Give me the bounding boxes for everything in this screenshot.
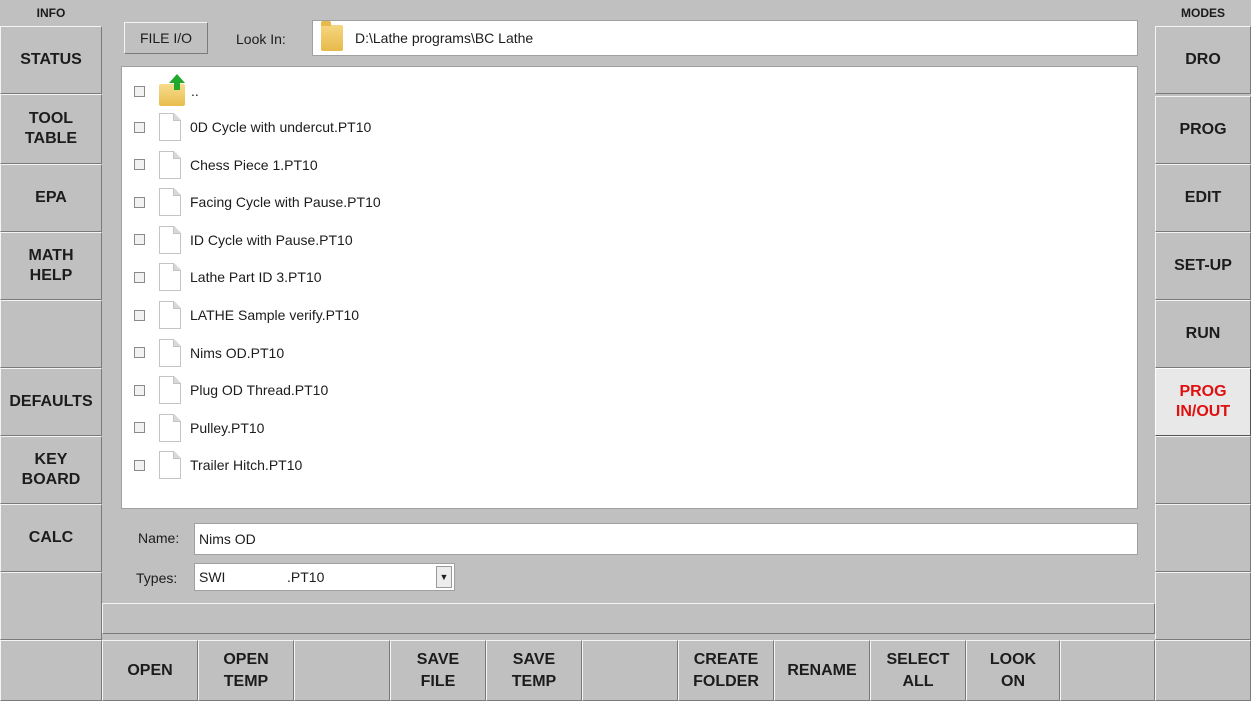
list-item[interactable]: Nims OD.PT10 [122,335,1137,371]
toolbar-button-select-all[interactable]: SELECT ALL [870,640,966,701]
document-icon [159,113,181,141]
toolbar-button-blank-12[interactable] [1155,640,1251,701]
toolbar-button-blank-11[interactable] [1060,640,1155,701]
checkbox[interactable] [134,459,145,471]
modes-panel: MODES DRO PROG EDIT SET-UP RUN PROG IN/OUT [1155,0,1251,701]
file-name: Nims OD.PT10 [190,344,285,361]
toolbar-button-blank-0[interactable] [0,640,102,701]
info-button-calc[interactable]: CALC [0,504,102,572]
look-in-path-box[interactable]: D:\Lathe programs\BC Lathe [312,20,1138,56]
folder-icon [321,21,343,51]
types-label: Types: [136,570,178,586]
list-item[interactable]: Plug OD Thread.PT10 [122,372,1137,408]
mode-button-run[interactable]: RUN [1155,300,1251,368]
file-name: Lathe Part ID 3.PT10 [190,269,322,286]
mode-button-dro[interactable]: DRO [1155,26,1251,94]
toolbar-button-blank-6[interactable] [582,640,678,701]
toolbar-button-blank-3[interactable] [294,640,390,701]
file-name: Pulley.PT10 [190,419,265,436]
document-icon [159,376,181,405]
list-item[interactable]: Pulley.PT10 [122,410,1137,446]
mode-button-blank-7[interactable] [1155,504,1251,572]
mode-button-prog-in-out[interactable]: PROG IN/OUT [1155,368,1251,436]
info-button-key-board[interactable]: KEY BOARD [0,436,102,504]
checkbox[interactable] [134,384,145,396]
types-value-extension: .PT10 [287,569,325,585]
file-list[interactable]: .. 0D Cycle with undercut.PT10 Chess Piec… [121,66,1138,509]
modes-header: MODES [1180,6,1225,20]
info-header: INFO [36,6,66,20]
file-name: ID Cycle with Pause.PT10 [190,231,353,248]
info-button-blank-8[interactable] [0,572,102,640]
checkbox[interactable] [134,234,145,246]
toolbar-button-rename[interactable]: RENAME [774,640,870,701]
info-button-math-help[interactable]: MATH HELP [0,232,102,300]
mode-button-edit[interactable]: EDIT [1155,164,1251,232]
document-icon [159,413,181,442]
file-io-tab[interactable]: FILE I/O [124,22,208,54]
info-button-tool-table[interactable]: TOOL TABLE [0,94,102,164]
file-name: 0D Cycle with undercut.PT10 [190,119,372,135]
look-in-path: D:\Lathe programs\BC Lathe [355,30,534,46]
toolbar-button-look-on[interactable]: LOOK ON [966,640,1060,701]
checkbox[interactable] [134,309,145,321]
toolbar-button-save-temp[interactable]: SAVE TEMP [486,640,582,701]
toolbar-button-create-folder[interactable]: CREATE FOLDER [678,640,774,701]
list-item[interactable]: ID Cycle with Pause.PT10 [122,222,1137,258]
toolbar-button-open[interactable]: OPEN [102,640,198,701]
toolbar-button-save-file[interactable]: SAVE FILE [390,640,486,701]
list-item[interactable]: Facing Cycle with Pause.PT10 [122,184,1137,220]
document-icon [159,338,181,367]
document-icon [159,188,181,217]
document-icon [159,263,181,292]
checkbox[interactable] [134,271,145,283]
info-button-blank-4[interactable] [0,300,102,368]
checkbox[interactable] [134,85,145,97]
list-item[interactable]: 0D Cycle with undercut.PT10 [122,109,1137,145]
list-item[interactable]: Trailer Hitch.PT10 [122,447,1137,483]
checkbox[interactable] [134,159,145,171]
mode-button-prog[interactable]: PROG [1155,96,1251,164]
document-icon [159,225,181,254]
file-name: Facing Cycle with Pause.PT10 [190,194,381,211]
info-button-status[interactable]: STATUS [0,26,102,94]
file-name: Trailer Hitch.PT10 [190,457,303,474]
file-name: LATHE Sample verify.PT10 [190,307,360,323]
file-name: .. [191,83,199,99]
list-item[interactable]: Chess Piece 1.PT10 [122,147,1137,183]
types-value-prefix: SWI [199,569,226,585]
mode-button-set-up[interactable]: SET-UP [1155,232,1251,300]
list-item-parent-dir[interactable]: .. [122,73,1137,109]
up-folder-icon [159,74,185,106]
status-strip [102,603,1155,634]
document-icon [159,451,181,480]
toolbar-button-open-temp[interactable]: OPEN TEMP [198,640,294,701]
info-panel: INFO STATUS TOOL TABLE EPA MATH HELP DEFAULT… [0,0,102,701]
chevron-down-icon[interactable]: ▼ [436,566,452,588]
file-io-panel: FILE I/O Look In: D:\Lathe programs\BC L… [102,0,1155,640]
mode-button-blank-6[interactable] [1155,436,1251,504]
list-item[interactable]: Lathe Part ID 3.PT10 [122,259,1137,295]
checkbox[interactable] [134,347,145,359]
mode-button-blank-8[interactable] [1155,572,1251,640]
file-name: Chess Piece 1.PT10 [190,156,318,173]
name-label: Name: [138,530,180,546]
bottom-toolbar: OPEN OPEN TEMP SAVE FILE SAVE TEMP CREATE FO… [0,640,1251,701]
checkbox[interactable] [134,422,145,434]
name-input[interactable]: Nims OD [194,523,1138,555]
list-item[interactable]: LATHE Sample verify.PT10 [122,297,1137,333]
info-button-defaults[interactable]: DEFAULTS [0,368,102,436]
file-name: Plug OD Thread.PT10 [190,382,329,399]
look-in-label: Look In: [236,31,286,47]
checkbox[interactable] [134,196,145,208]
types-select[interactable]: SWI .PT10 ▼ [194,563,455,591]
checkbox[interactable] [134,121,145,133]
document-icon [159,301,181,329]
document-icon [159,150,181,179]
info-button-epa[interactable]: EPA [0,164,102,232]
